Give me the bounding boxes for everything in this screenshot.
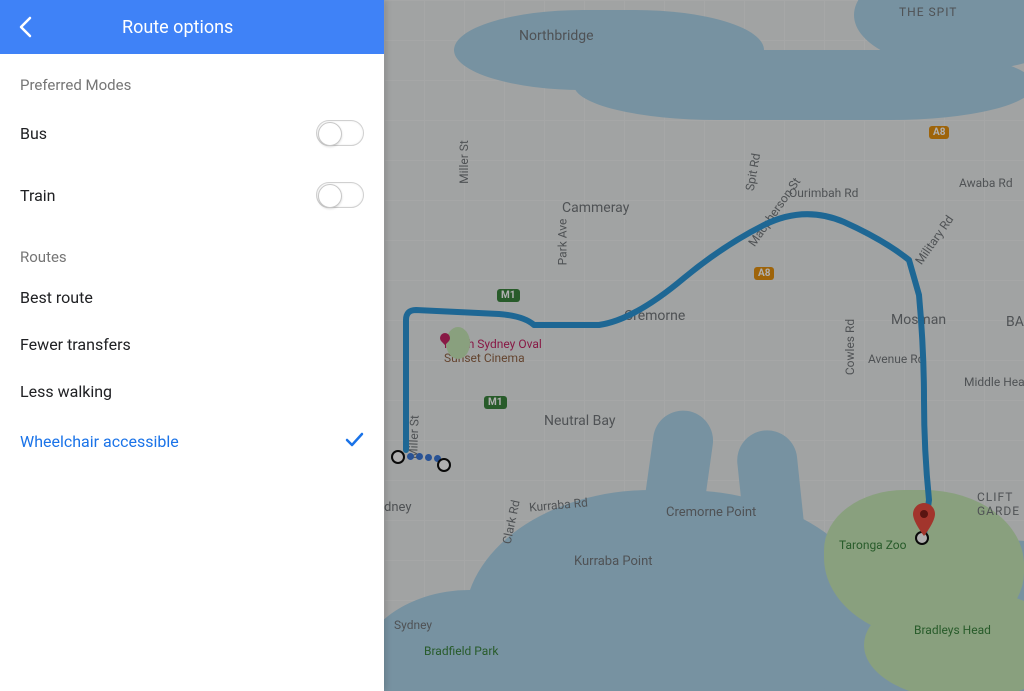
toggle-bus[interactable]	[316, 120, 364, 146]
route-line	[384, 0, 1024, 691]
sidebar-header: Route options	[0, 0, 384, 54]
route-option-label: Wheelchair accessible	[20, 432, 179, 451]
section-label-routes: Routes	[0, 226, 384, 274]
route-option-label: Fewer transfers	[20, 335, 131, 354]
toggle-row-bus[interactable]: Bus	[0, 102, 384, 164]
origin-point-icon	[391, 450, 405, 464]
checkmark-icon	[344, 429, 364, 453]
transfer-dot-icon	[407, 453, 414, 460]
route-option-label: Best route	[20, 288, 93, 307]
header-title: Route options	[122, 17, 233, 38]
map-panel[interactable]: Northbridge THE SPIT Cammeray Miller St …	[384, 0, 1024, 691]
back-icon[interactable]	[18, 16, 32, 38]
transfer-dot-icon	[425, 454, 432, 461]
board-point-icon	[437, 458, 451, 472]
toggle-train[interactable]	[316, 182, 364, 208]
route-option-label: Less walking	[20, 382, 112, 401]
route-option-fewer-transfers[interactable]: Fewer transfers	[0, 321, 384, 368]
destination-pin-icon	[912, 503, 932, 523]
route-option-best-route[interactable]: Best route	[0, 274, 384, 321]
route-options-sidebar: Route options Preferred Modes Bus Train …	[0, 0, 384, 691]
route-option-less-walking[interactable]: Less walking	[0, 368, 384, 415]
toggle-label: Train	[20, 186, 56, 205]
route-option-wheelchair-accessible[interactable]: Wheelchair accessible	[0, 415, 384, 467]
section-label-preferred-modes: Preferred Modes	[0, 54, 384, 102]
toggle-label: Bus	[20, 124, 47, 143]
app-root: Route options Preferred Modes Bus Train …	[0, 0, 1024, 691]
toggle-row-train[interactable]: Train	[0, 164, 384, 226]
transfer-dot-icon	[416, 453, 423, 460]
